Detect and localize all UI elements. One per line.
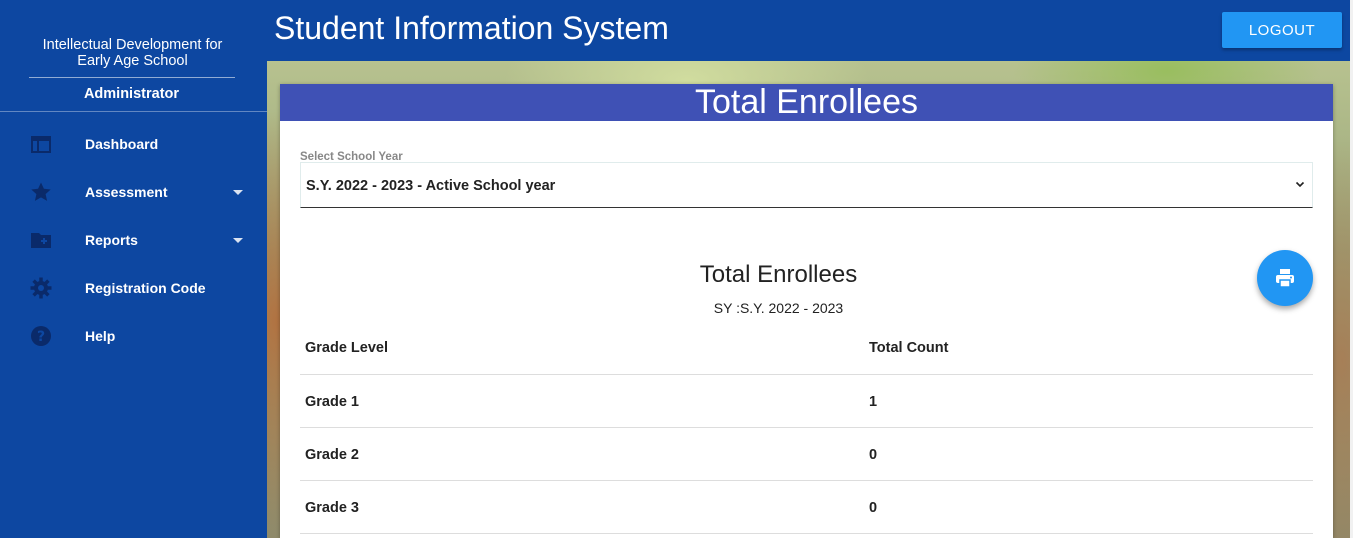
table-row: Grade 2 0 (300, 428, 1313, 481)
dashboard-icon (29, 132, 53, 156)
sidebar-item-help[interactable]: ? Help (0, 312, 267, 360)
sidebar-item-registration-code[interactable]: Registration Code (0, 264, 267, 312)
grade-level-cell: Grade 1 (305, 394, 359, 410)
school-year-select[interactable]: S.Y. 2022 - 2023 - Active School year (300, 162, 1313, 208)
sidebar: Intellectual Development for Early Age S… (0, 0, 267, 538)
divider (29, 77, 235, 78)
school-name: Intellectual Development for Early Age S… (42, 37, 223, 69)
column-header: Total Count (869, 340, 949, 356)
app-header: Student Information System LOGOUT (267, 0, 1350, 61)
enrollees-table: Grade Level Total Count Grade 1 1 Grade … (300, 321, 1313, 534)
grade-level-cell: Grade 3 (305, 500, 359, 516)
column-header: Grade Level (305, 340, 389, 356)
total-count-cell: 1 (869, 394, 878, 410)
gear-icon (29, 276, 53, 300)
table-row: Grade 3 0 (300, 481, 1313, 534)
report-title: Total Enrollees (699, 261, 858, 288)
enrollees-card: Total Enrollees Select School Year S.Y. … (280, 84, 1333, 538)
total-count-cell: 0 (869, 447, 878, 463)
help-icon: ? (29, 324, 53, 348)
sidebar-item-dashboard[interactable]: Dashboard (0, 120, 267, 168)
total-count-cell: 0 (869, 500, 878, 516)
sidebar-item-reports[interactable]: Reports (0, 216, 267, 264)
sidebar-item-assessment[interactable]: Assessment (0, 168, 267, 216)
sidebar-item-label: Registration Code (85, 280, 206, 296)
chevron-down-icon (1294, 177, 1306, 189)
logout-button[interactable]: LOGOUT (1222, 12, 1342, 48)
print-icon (1273, 266, 1297, 290)
caret-down-icon (233, 190, 243, 195)
select-value: S.Y. 2022 - 2023 - Active School year (306, 178, 556, 194)
app-title: Student Information System (274, 10, 669, 46)
card-title: Total Enrollees (280, 84, 1333, 121)
caret-down-icon (233, 238, 243, 243)
sidebar-item-label: Assessment (85, 184, 168, 200)
print-button[interactable] (1257, 250, 1313, 306)
folder-add-icon (29, 228, 53, 252)
table-header: Grade Level Total Count (300, 321, 1313, 375)
sidebar-item-label: Reports (85, 232, 138, 248)
table-row: Grade 1 1 (300, 375, 1313, 428)
divider (0, 111, 267, 112)
sidebar-item-label: Help (85, 328, 116, 344)
grade-level-cell: Grade 2 (305, 447, 359, 463)
report-subtitle: SY :S.Y. 2022 - 2023 (713, 300, 844, 316)
star-icon (29, 180, 53, 204)
svg-text:?: ? (37, 329, 45, 345)
user-role: Administrator (83, 86, 180, 102)
sidebar-item-label: Dashboard (85, 136, 159, 152)
